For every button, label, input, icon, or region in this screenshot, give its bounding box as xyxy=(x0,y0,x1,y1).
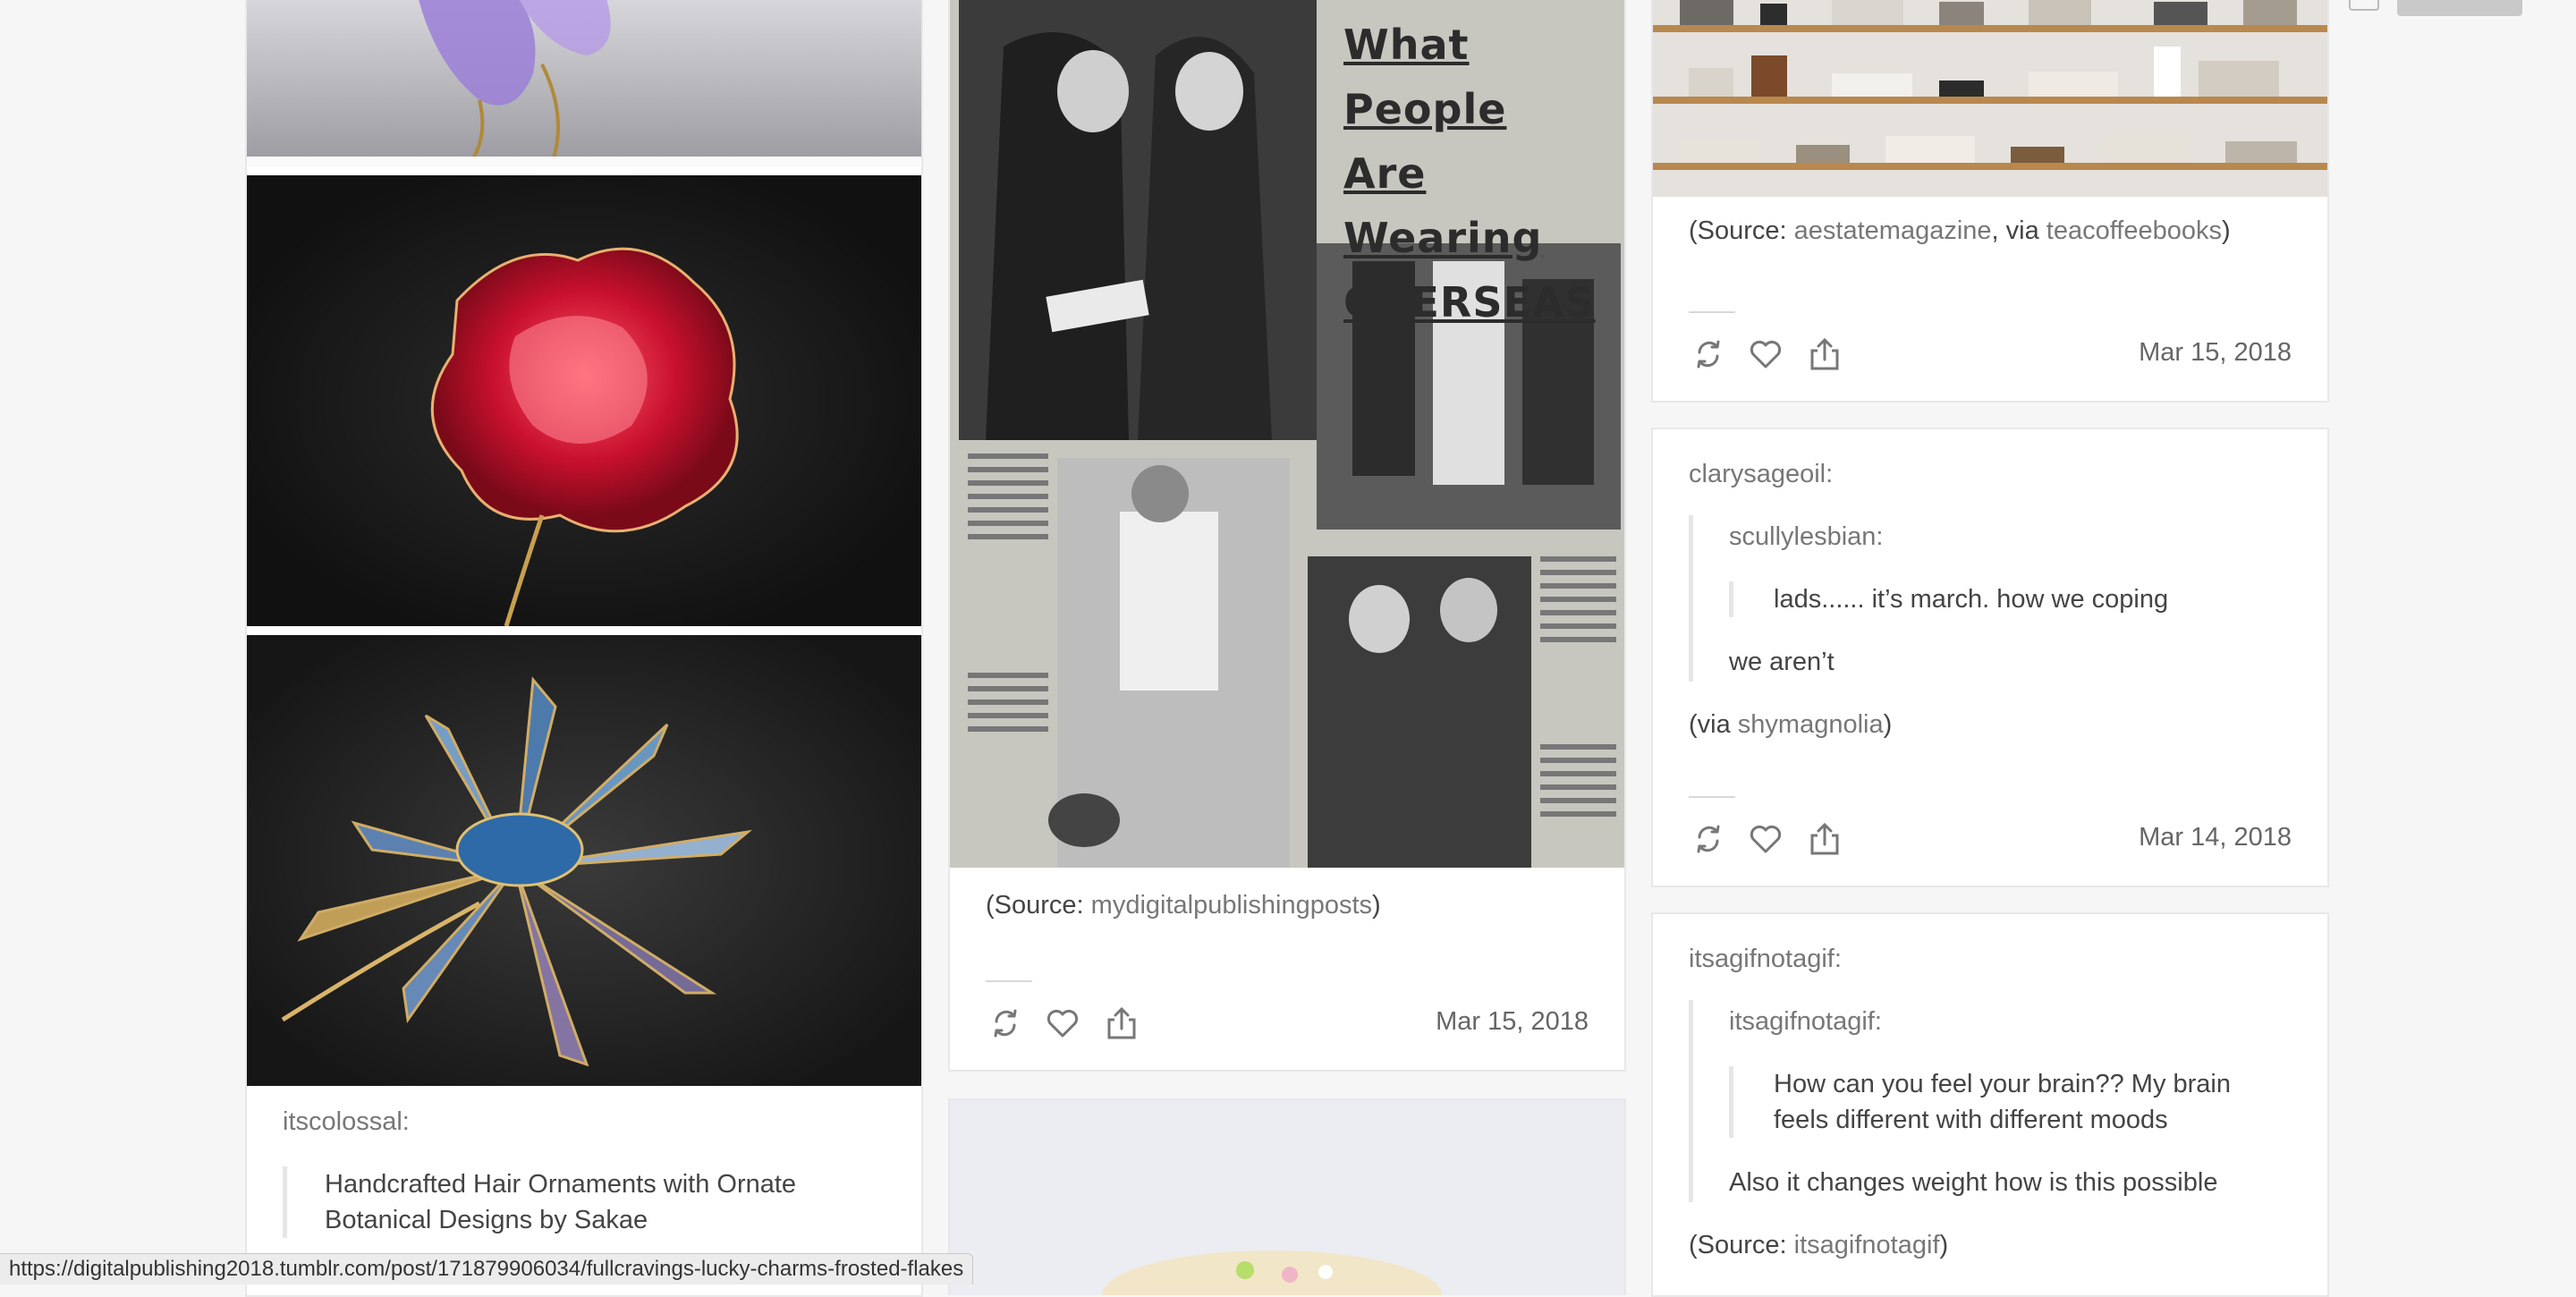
inner-quote: lads...... it’s march. how we coping xyxy=(1729,581,2292,617)
nested-author[interactable]: scullylesbian: xyxy=(1729,519,2292,555)
post-quote: Handcrafted Hair Ornaments with Ornate B… xyxy=(283,1166,868,1238)
nested-quote-block: scullylesbian: lads...... it’s march. ho… xyxy=(1689,515,2292,682)
post-itsagifnotagif: itsagifnotagif: itsagifnotagif: How can … xyxy=(1651,912,2329,1297)
status-bar-url: https://digitalpublishing2018.tumblr.com… xyxy=(0,1253,974,1284)
source-line: (Source: itsagifnotagif) xyxy=(1653,1227,2327,1263)
reblog-icon[interactable] xyxy=(1689,819,1728,859)
share-icon[interactable] xyxy=(1805,335,1844,374)
inner-quote: How can you feel your brain?? My brain f… xyxy=(1729,1066,2292,1138)
source-prefix: (Source: xyxy=(1689,216,1794,245)
post-date[interactable]: Mar 14, 2018 xyxy=(2139,823,2292,852)
via-text: , via xyxy=(1991,216,2046,245)
cereal-image[interactable] xyxy=(950,1100,1624,1295)
headline-line-3: OVERSEAS xyxy=(1343,278,1596,326)
red-flower-image[interactable] xyxy=(247,175,921,626)
heart-icon[interactable] xyxy=(1746,335,1785,374)
headline-line-1: What People xyxy=(1343,21,1507,133)
source-link[interactable]: itsagifnotagif xyxy=(1794,1231,1940,1259)
post-footer: Mar 15, 2018 xyxy=(950,1004,1624,1057)
post-source: (Source: mydigitalpublishingposts) xyxy=(950,887,1624,923)
post-separator xyxy=(986,980,1032,982)
post-quote-text: Handcrafted Hair Ornaments with Ornate B… xyxy=(325,1170,797,1234)
post-author[interactable]: itsagifnotagif: xyxy=(1653,941,2327,977)
post-footer: Mar 14, 2018 xyxy=(1653,819,2327,873)
post-hair-ornaments: itscolossal: Handcrafted Hair Ornaments … xyxy=(245,0,923,1297)
reblog-icon[interactable] xyxy=(1689,335,1728,374)
post-separator xyxy=(1689,796,1735,798)
share-icon[interactable] xyxy=(1805,819,1844,859)
post-author[interactable]: itscolossal: xyxy=(247,1104,921,1140)
via-suffix: ) xyxy=(1883,710,1893,739)
post-separator xyxy=(1689,311,1735,313)
post-lucky-charms xyxy=(948,1098,1626,1295)
post-source: (Source: aestatemagazine, via teacoffeeb… xyxy=(1653,213,2327,249)
post-bookshelf: (Source: aestatemagazine, via teacoffeeb… xyxy=(1651,0,2329,403)
nested-author[interactable]: itsagifnotagif: xyxy=(1729,1004,2292,1039)
reply-text: Also it changes weight how is this possi… xyxy=(1729,1168,2218,1197)
source-suffix: ) xyxy=(1939,1231,1949,1259)
share-icon[interactable] xyxy=(1102,1004,1141,1043)
post-footer: Mar 15, 2018 xyxy=(1653,335,2327,388)
heart-icon[interactable] xyxy=(1746,819,1785,859)
post-date[interactable]: Mar 15, 2018 xyxy=(1436,1007,1589,1037)
via-line: (via shymagnolia) xyxy=(1653,707,2327,742)
source-suffix: ) xyxy=(1372,891,1381,920)
purple-flower-image[interactable] xyxy=(247,0,921,166)
bookshelf-image[interactable] xyxy=(1653,0,2327,197)
blue-flower-image[interactable] xyxy=(247,635,921,1086)
reply-text: we aren’t xyxy=(1729,648,1835,676)
via-prefix: (via xyxy=(1689,710,1738,739)
post-newspaper: What People Are Wearing OVERSEAS (Source… xyxy=(948,0,1626,1072)
post-clarysageoil: clarysageoil: scullylesbian: lads...... … xyxy=(1651,428,2329,887)
top-action-button[interactable] xyxy=(2397,0,2522,16)
reblog-icon[interactable] xyxy=(986,1004,1025,1043)
source-link[interactable]: mydigitalpublishingposts xyxy=(1091,891,1372,920)
nested-quote-block: itsagifnotagif: How can you feel your br… xyxy=(1689,1000,2292,1202)
inner-quote-text: How can you feel your brain?? My brain f… xyxy=(1774,1070,2231,1134)
source-prefix: (Source: xyxy=(1689,1231,1794,1259)
source-prefix: (Source: xyxy=(986,891,1091,920)
heart-icon[interactable] xyxy=(1043,1004,1082,1043)
top-menu-square[interactable] xyxy=(2349,0,2379,11)
via-link[interactable]: shymagnolia xyxy=(1738,710,1884,739)
headline-line-2: Are Wearing xyxy=(1343,149,1543,262)
post-date[interactable]: Mar 15, 2018 xyxy=(2139,338,2292,368)
source-link[interactable]: aestatemagazine xyxy=(1794,216,1992,245)
inner-quote-text: lads...... it’s march. how we coping xyxy=(1774,585,2169,614)
source-suffix: ) xyxy=(2221,216,2231,245)
newspaper-headline: What People Are Wearing OVERSEAS xyxy=(1343,13,1624,335)
post-author[interactable]: clarysageoil: xyxy=(1653,456,2327,492)
via-link[interactable]: teacoffeebooks xyxy=(2046,216,2222,245)
